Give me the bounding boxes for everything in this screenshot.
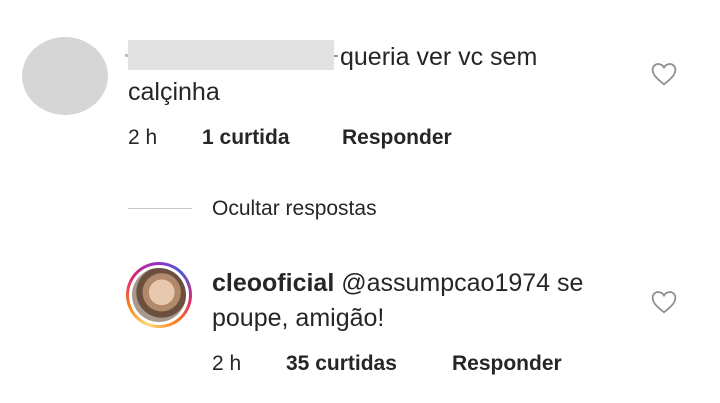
replies-divider — [128, 208, 192, 209]
reply-reply-button[interactable]: Responder — [452, 352, 562, 376]
heart-icon[interactable] — [651, 290, 677, 314]
profile-photo — [132, 268, 186, 322]
reply-avatar[interactable] — [126, 262, 192, 328]
comment-time: 2 h — [128, 126, 158, 149]
redacted-username — [125, 40, 338, 70]
commenter-avatar[interactable] — [22, 37, 108, 115]
reply-meta: 2 h 35 curtidas Responder — [212, 352, 592, 378]
reply-time: 2 h — [212, 352, 242, 375]
comment-likes[interactable]: 1 curtida — [202, 126, 290, 150]
hide-replies-button[interactable]: Ocultar respostas — [212, 197, 377, 221]
comment-meta: 2 h 1 curtida Responder — [128, 126, 488, 152]
reply-button[interactable]: Responder — [342, 126, 452, 150]
comment-body: queria ver vc sem calçinha — [125, 40, 628, 110]
heart-icon[interactable] — [651, 62, 677, 86]
reply-body: cleooficial @assumpcao1974 se poupe, ami… — [212, 266, 642, 336]
reply-username[interactable]: cleooficial — [212, 269, 334, 297]
reply-likes[interactable]: 35 curtidas — [286, 352, 397, 376]
